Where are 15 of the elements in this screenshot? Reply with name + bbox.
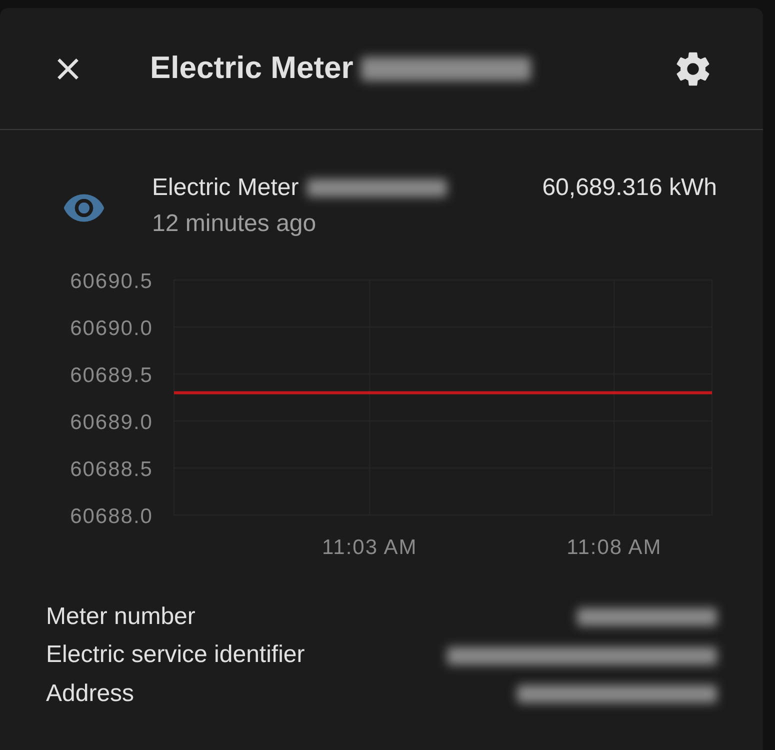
entity-name: Electric Meter (152, 173, 299, 203)
dialog-title: Electric Meter (150, 49, 354, 88)
entity-state: 60,689.316 kWh (542, 173, 717, 203)
attribute-label: Electric service identifier (46, 640, 305, 670)
y-axis-label: 60689.0 (70, 411, 153, 434)
x-axis-label: 11:03 AM (322, 536, 418, 559)
y-axis-label: 60689.5 (70, 364, 153, 387)
attribute-label: Meter number (46, 602, 196, 632)
last-changed-text: 12 minutes ago (152, 209, 318, 239)
y-axis-label: 60690.0 (70, 317, 153, 340)
x-axis-label: 11:08 AM (566, 536, 662, 559)
attribute-label: Address (46, 678, 134, 709)
y-axis-label: 60690.5 (70, 270, 153, 293)
y-axis-label: 60688.5 (70, 458, 153, 481)
y-axis-label: 60688.0 (70, 505, 153, 528)
